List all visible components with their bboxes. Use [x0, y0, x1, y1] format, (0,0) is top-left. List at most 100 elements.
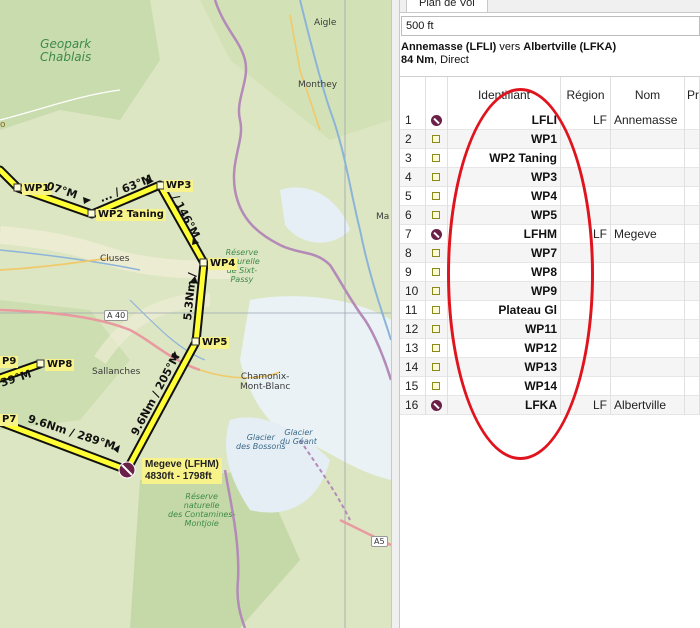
column-header-number[interactable]	[400, 77, 426, 111]
waypoint-label-wp7[interactable]: P7	[0, 414, 19, 426]
waypoint-icon	[432, 287, 440, 295]
row-region	[561, 187, 611, 206]
row-region: LF	[561, 225, 611, 244]
table-row[interactable]: 16 LFKA LF Albertville	[400, 396, 700, 415]
row-pr	[685, 130, 700, 149]
map-label-aigle: Aigle	[314, 18, 337, 28]
map-label-ma: Ma	[376, 212, 390, 222]
table-row[interactable]: 10 WP9	[400, 282, 700, 301]
row-region	[561, 358, 611, 377]
row-region	[561, 377, 611, 396]
table-row[interactable]: 14 WP13	[400, 358, 700, 377]
map-label-geopark: Geopark Chablais	[40, 37, 92, 64]
splitter-handle[interactable]	[391, 0, 400, 628]
table-row[interactable]: 1 LFLI LF Annemasse	[400, 111, 700, 130]
row-region	[561, 244, 611, 263]
waypoint-icon	[432, 325, 440, 333]
row-nom	[611, 130, 685, 149]
airport-icon	[431, 229, 442, 240]
table-row[interactable]: 12 WP11	[400, 320, 700, 339]
table-row[interactable]: 9 WP8	[400, 263, 700, 282]
row-identifiant: WP7	[448, 244, 561, 263]
row-region	[561, 206, 611, 225]
row-number: 7	[400, 225, 426, 244]
row-number: 9	[400, 263, 426, 282]
waypoint-label-wp2[interactable]: WP2 Taning	[96, 209, 166, 221]
map-label-sallanches: Sallanches	[92, 367, 141, 377]
row-identifiant: WP3	[448, 168, 561, 187]
row-pr	[685, 225, 700, 244]
column-header-pr[interactable]: Pr	[685, 77, 700, 111]
row-icon-cell	[426, 130, 448, 149]
road-badge-a40: A 40	[104, 310, 129, 321]
tab-flight-plan[interactable]: Plan de Vol	[406, 0, 488, 12]
waypoint-label-wp3[interactable]: WP3	[164, 180, 194, 192]
tab-bar: Plan de Vol	[400, 0, 700, 13]
airport-icon	[431, 400, 442, 411]
row-number: 5	[400, 187, 426, 206]
row-nom	[611, 377, 685, 396]
waypoint-icon	[432, 363, 440, 371]
row-nom	[611, 339, 685, 358]
row-icon-cell	[426, 320, 448, 339]
row-icon-cell	[426, 339, 448, 358]
row-nom	[611, 187, 685, 206]
flight-plan-panel: Plan de Vol Annemasse (LFLI) vers Albert…	[400, 0, 700, 628]
row-nom: Albertville	[611, 396, 685, 415]
table-row[interactable]: 6 WP5	[400, 206, 700, 225]
row-icon-cell	[426, 301, 448, 320]
row-pr	[685, 282, 700, 301]
map-label-chamonix: Chamonix- Mont-Blanc	[240, 372, 291, 392]
route-departure: Annemasse (LFLI)	[401, 41, 497, 53]
waypoint-label-wp9[interactable]: P9	[0, 356, 19, 368]
waypoint-label-wp5[interactable]: WP5	[200, 337, 230, 349]
row-number: 15	[400, 377, 426, 396]
row-icon-cell	[426, 168, 448, 187]
airport-label-megeve[interactable]: Megeve (LFHM) 4830ft - 1798ft	[142, 458, 222, 484]
waypoint-icon	[432, 154, 440, 162]
column-header-identifiant[interactable]: Identifiant	[448, 77, 561, 111]
row-identifiant: WP11	[448, 320, 561, 339]
row-pr	[685, 244, 700, 263]
table-row[interactable]: 4 WP3	[400, 168, 700, 187]
row-nom	[611, 206, 685, 225]
waypoint-icon	[432, 344, 440, 352]
row-identifiant: WP13	[448, 358, 561, 377]
row-nom: Megeve	[611, 225, 685, 244]
waypoint-icon	[432, 249, 440, 257]
row-pr	[685, 149, 700, 168]
row-pr	[685, 377, 700, 396]
row-pr	[685, 339, 700, 358]
table-row[interactable]: 3 WP2 Taning	[400, 149, 700, 168]
flight-plan-table[interactable]: Identifiant Région Nom Pr 1 LFLI LF Annemas…	[400, 76, 700, 628]
table-row[interactable]: 2 WP1	[400, 130, 700, 149]
waypoint-icon	[432, 173, 440, 181]
row-nom	[611, 282, 685, 301]
row-region	[561, 149, 611, 168]
row-identifiant: WP14	[448, 377, 561, 396]
table-row[interactable]: 13 WP12	[400, 339, 700, 358]
row-number: 6	[400, 206, 426, 225]
row-pr	[685, 263, 700, 282]
table-row[interactable]: 15 WP14	[400, 377, 700, 396]
map-view[interactable]: Aigle Geopark Chablais Monthey Cluses Sa…	[0, 0, 391, 628]
row-region	[561, 263, 611, 282]
row-identifiant: WP5	[448, 206, 561, 225]
column-header-icon[interactable]	[426, 77, 448, 111]
altitude-input[interactable]	[401, 16, 700, 36]
waypoint-icon	[432, 135, 440, 143]
row-identifiant: WP1	[448, 130, 561, 149]
waypoint-label-wp4[interactable]: WP4	[208, 258, 238, 270]
table-row[interactable]: 11 Plateau Gl	[400, 301, 700, 320]
waypoint-label-wp8[interactable]: WP8	[45, 359, 75, 371]
table-row[interactable]: 7 LFHM LF Megeve	[400, 225, 700, 244]
table-row[interactable]: 5 WP4	[400, 187, 700, 206]
column-header-nom[interactable]: Nom	[611, 77, 685, 111]
map-label-monthey: Monthey	[298, 80, 338, 90]
row-pr	[685, 111, 700, 130]
airport-label-elevation: 4830ft - 1798ft	[145, 471, 212, 482]
column-header-region[interactable]: Région	[561, 77, 611, 111]
row-icon-cell	[426, 149, 448, 168]
row-icon-cell	[426, 282, 448, 301]
table-row[interactable]: 8 WP7	[400, 244, 700, 263]
